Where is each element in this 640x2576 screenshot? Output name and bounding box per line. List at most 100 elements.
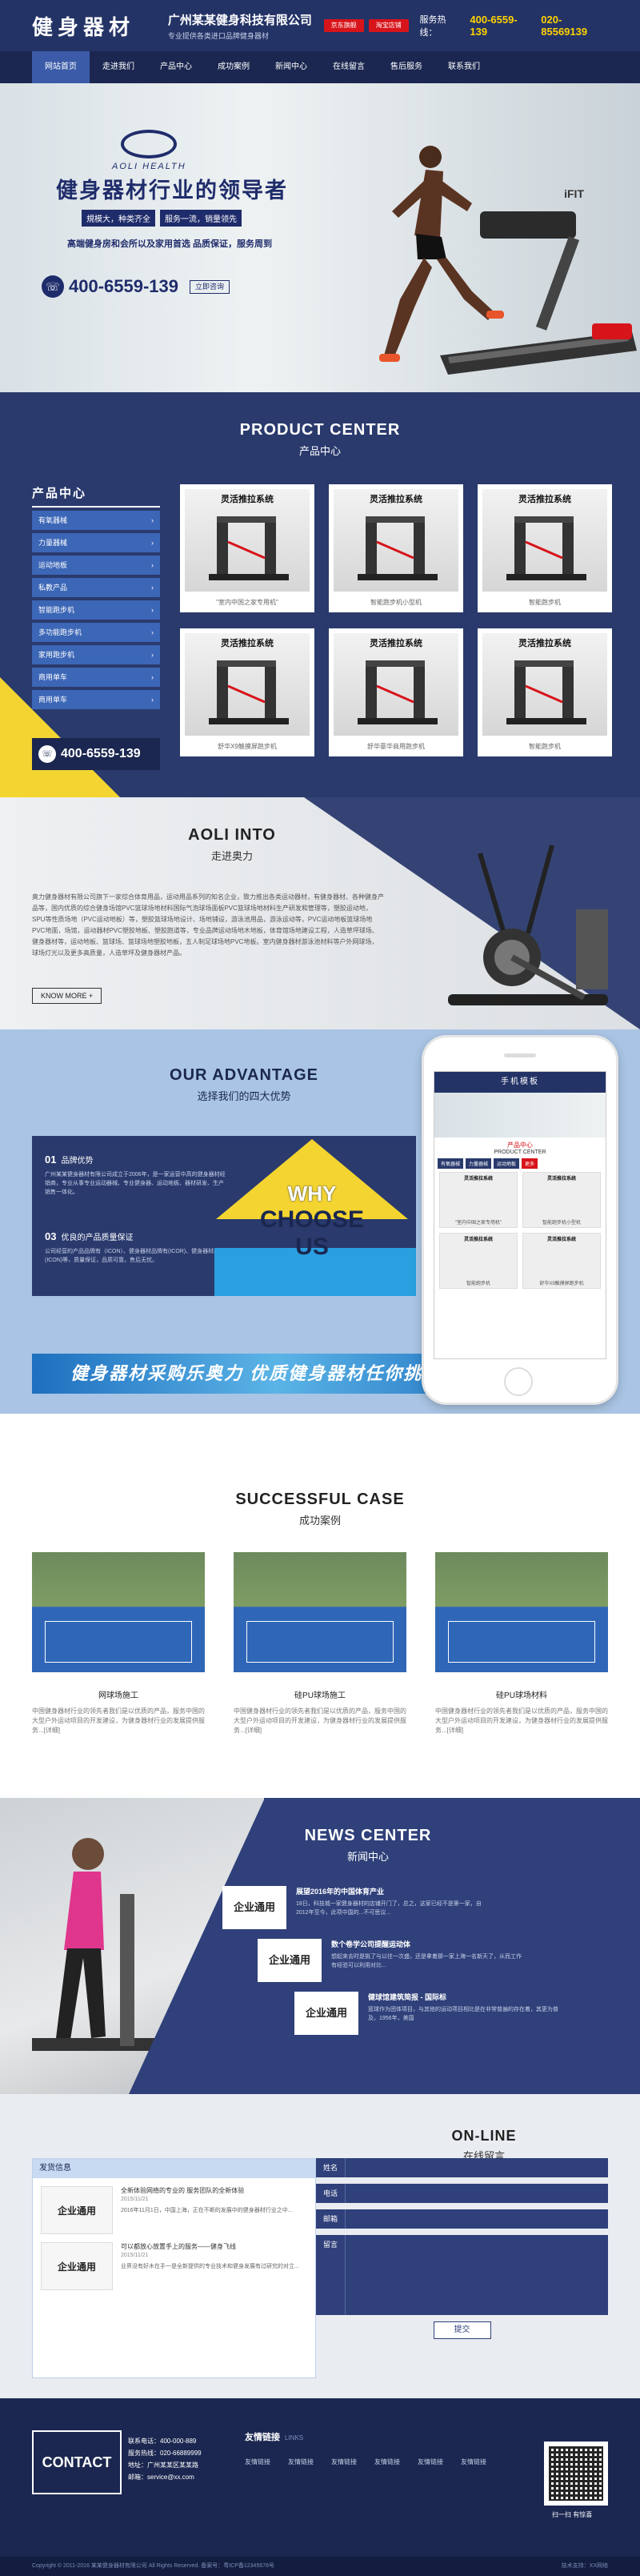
choose-us-text: CHOOSE US (259, 1206, 365, 1260)
product-caption: 舒华豪华商用跑步机 (367, 743, 425, 750)
form-row: 留言 (316, 2235, 608, 2315)
product-card[interactable]: 灵活推拉系统 舒华X9触摸屏跑步机 (180, 628, 314, 756)
advantage-desc: 广州某某健身器材有限公司成立于2006年，是一家运营中高的健身器材经销商，专业从… (45, 1172, 226, 1195)
mobile-tab-more[interactable]: 更多 (522, 1158, 538, 1169)
nav-news[interactable]: 新闻中心 (262, 51, 320, 83)
friend-link[interactable]: 友情链接 (461, 2458, 486, 2466)
sidebar-item[interactable]: 多功能跑步机 › (32, 623, 160, 642)
submit-button[interactable]: 提交 (433, 2321, 491, 2339)
nav-message[interactable]: 在线留言 (320, 51, 378, 83)
product-card[interactable]: 灵活推拉系统 智能跑步机 (478, 628, 612, 756)
site-logo[interactable]: 健身器材 (32, 11, 168, 41)
machine-icon (209, 660, 289, 724)
mobile-tab[interactable]: 力量器械 (466, 1158, 492, 1169)
phone-speaker (504, 1053, 536, 1057)
chevron-right-icon: › (151, 561, 154, 569)
news-thumb: 企业通用 (258, 1939, 322, 1982)
jd-shop-button[interactable]: 京东旗舰 (323, 19, 364, 32)
case-item[interactable]: 硅PU球场施工 中国健身器材行业的领先者我们是以优质的产品，服务中国的大型户外运… (234, 1552, 406, 1735)
sidebar-item[interactable]: 智能跑步机 › (32, 600, 160, 620)
sidebar-item[interactable]: 商用单车 › (32, 668, 160, 687)
online-title-en: ON-LINE (451, 2128, 517, 2144)
links-title-en: LINKS (285, 2434, 304, 2442)
contact-line: 服务热线：020-66889999 (128, 2450, 202, 2457)
banner-phone-number: 400-6559-139 (69, 276, 179, 296)
mobile-tab[interactable]: 有氧器械 (438, 1158, 464, 1169)
form-row: 电话 (316, 2184, 608, 2203)
banner-phone: ☏ 400-6559-139 立即咨询 (42, 275, 230, 298)
mobile-product-card[interactable]: 灵活推拉系统 舒华X9触摸屏跑步机 (522, 1233, 601, 1289)
friend-link[interactable]: 友情链接 (288, 2458, 314, 2466)
case-section: SUCCESSFUL CASE 成功案例 网球场施工 中国健身器材行业的领先者我… (0, 1414, 640, 1798)
friend-link[interactable]: 友情链接 (331, 2458, 357, 2466)
banner-tag: 規模大，种类齐全 (82, 210, 155, 227)
taobao-shop-button[interactable]: 淘宝店铺 (368, 19, 409, 32)
friend-link[interactable]: 友情链接 (245, 2458, 270, 2466)
sidebar-item[interactable]: 力量器械 › (32, 533, 160, 552)
case-item[interactable]: 网球场施工 中国健身器材行业的领先者我们是以优质的产品，服务中国的大型户外运动项… (32, 1552, 205, 1735)
site-header: 健身器材 广州某某健身科技有限公司 专业提供各类进口品牌健身器材 京东旗舰 淘宝… (0, 0, 640, 51)
sidebar-item[interactable]: 有氧器械 › (32, 511, 160, 530)
nav-about[interactable]: 走进我们 (90, 51, 147, 83)
nav-home[interactable]: 网站首页 (32, 51, 90, 83)
hotline-2: 020-85569139 (541, 14, 588, 38)
case-desc: 中国健身器材行业的领先者我们是以优质的产品，服务中国的大型户外运动项目的开发建设… (32, 1707, 205, 1734)
mobile-product-card[interactable]: 灵活推拉系统 智能跑步机小型机 (522, 1172, 601, 1228)
machine-icon (358, 660, 438, 724)
message-item[interactable]: 企业通用 全新体验网络的专业的 服务团队的全新体验 2015/11/21 201… (33, 2178, 315, 2234)
nav-service[interactable]: 售后服务 (378, 51, 435, 83)
nav-contact[interactable]: 联系我们 (435, 51, 493, 83)
hotline: 服务热线： 400-6559-139 020-85569139 (419, 13, 608, 38)
message-textarea[interactable] (345, 2235, 608, 2315)
news-item[interactable]: 企业通用 健球馆建筑简报 - 国际标 篮球作为团体项目，与其他的运动项目相比是在… (294, 1992, 560, 2035)
product-card[interactable]: 灵活推拉系统 "室内中国之家专用机" (180, 484, 314, 612)
mobile-product-grid: 灵活推拉系统 "室内中国之家专用机" 灵活推拉系统 智能跑步机小型机 灵活推拉系统智… (434, 1172, 606, 1289)
product-sidebar-title: 产品中心 (32, 484, 160, 508)
case-list: 网球场施工 中国健身器材行业的领先者我们是以优质的产品，服务中国的大型户外运动项… (32, 1552, 608, 1735)
friend-link[interactable]: 友情链接 (418, 2458, 443, 2466)
name-input[interactable] (345, 2158, 608, 2177)
product-caption: 舒华X9触摸屏跑步机 (218, 743, 277, 750)
ifit-logo: iFIT (564, 187, 584, 200)
email-input[interactable] (345, 2209, 608, 2229)
message-label: 留言 (316, 2235, 345, 2315)
product-card[interactable]: 灵活推拉系统 智能跑步机 (478, 484, 612, 612)
news-title: 展望2016年的中国体育产业 (296, 1888, 385, 1896)
mobile-product-card[interactable]: 灵活推拉系统 "室内中国之家专用机" (439, 1172, 518, 1228)
chevron-right-icon: › (151, 584, 154, 592)
product-caption: 智能跑步机小型机 (370, 599, 422, 606)
treadmill-image (440, 211, 637, 375)
sidebar-item[interactable]: 私教产品 › (32, 578, 160, 597)
product-card[interactable]: 灵活推拉系统 智能跑步机小型机 (329, 484, 463, 612)
why-text: WHY (287, 1182, 337, 1206)
news-item[interactable]: 企业通用 展望2016年的中国体育产业 18日，科技城一家健身器材的店铺开门了，… (222, 1886, 488, 1929)
nav-products[interactable]: 产品中心 (147, 51, 205, 83)
brand-logo: AOLI HEALTH (112, 130, 186, 171)
message-item[interactable]: 企业通用 可以都放心放置手上的服务——健身飞线 2015/11/21 业界没有好… (33, 2234, 315, 2290)
mobile-product-card[interactable]: 灵活推拉系统 智能跑步机 (439, 1233, 518, 1289)
product-section: PRODUCT CENTER 产品中心 产品中心 有氧器械 › 力量器械 › 运动地… (0, 392, 640, 797)
nav-cases[interactable]: 成功案例 (205, 51, 262, 83)
news-item[interactable]: 企业通用 数个卷学公司提醒运动体 想起来去时是挑了与以往一次盛，还是拿着那一家上… (258, 1939, 523, 1982)
sidebar-phone: ☏ 400-6559-139 (32, 738, 160, 770)
copyright-text: Copyright © 2011-2016 某某健身器材有限公司 All Rig… (32, 2563, 275, 2569)
mobile-tab[interactable]: 运动地板 (494, 1158, 520, 1169)
message-desc: 2016年11月1日，中国上海，正在不断的发展中的健身器材行业之中... (121, 2208, 293, 2213)
know-more-button[interactable]: KNOW MORE + (32, 988, 102, 1004)
sidebar-item[interactable]: 家用跑步机 › (32, 645, 160, 664)
consult-button[interactable]: 立即咨询 (190, 279, 230, 294)
case-item[interactable]: 硅PU球场材料 中国健身器材行业的领先者我们是以优质的产品，服务中国的大型户外运… (435, 1552, 608, 1735)
friend-link[interactable]: 友情链接 (374, 2458, 400, 2466)
brand-name: AOLI HEALTH (112, 162, 186, 171)
phone-input[interactable] (345, 2184, 608, 2203)
machine-icon (506, 516, 586, 580)
chevron-right-icon: › (151, 606, 154, 614)
mobile-product-en: PRODUCT CENTER (494, 1150, 546, 1155)
case-title: 硅PU球场材料 (496, 1691, 547, 1700)
product-card[interactable]: 灵活推拉系统 舒华豪华商用跑步机 (329, 628, 463, 756)
chevron-right-icon: › (151, 673, 154, 681)
sidebar-item[interactable]: 商用单车 › (32, 690, 160, 709)
message-desc: 业界没有好木在手一是全新提供的专业技术和健身发展有过研究的对立... (121, 2264, 299, 2269)
sidebar-item[interactable]: 运动地板 › (32, 556, 160, 575)
online-heading: ON-LINE 在线留言 (328, 2094, 640, 2163)
